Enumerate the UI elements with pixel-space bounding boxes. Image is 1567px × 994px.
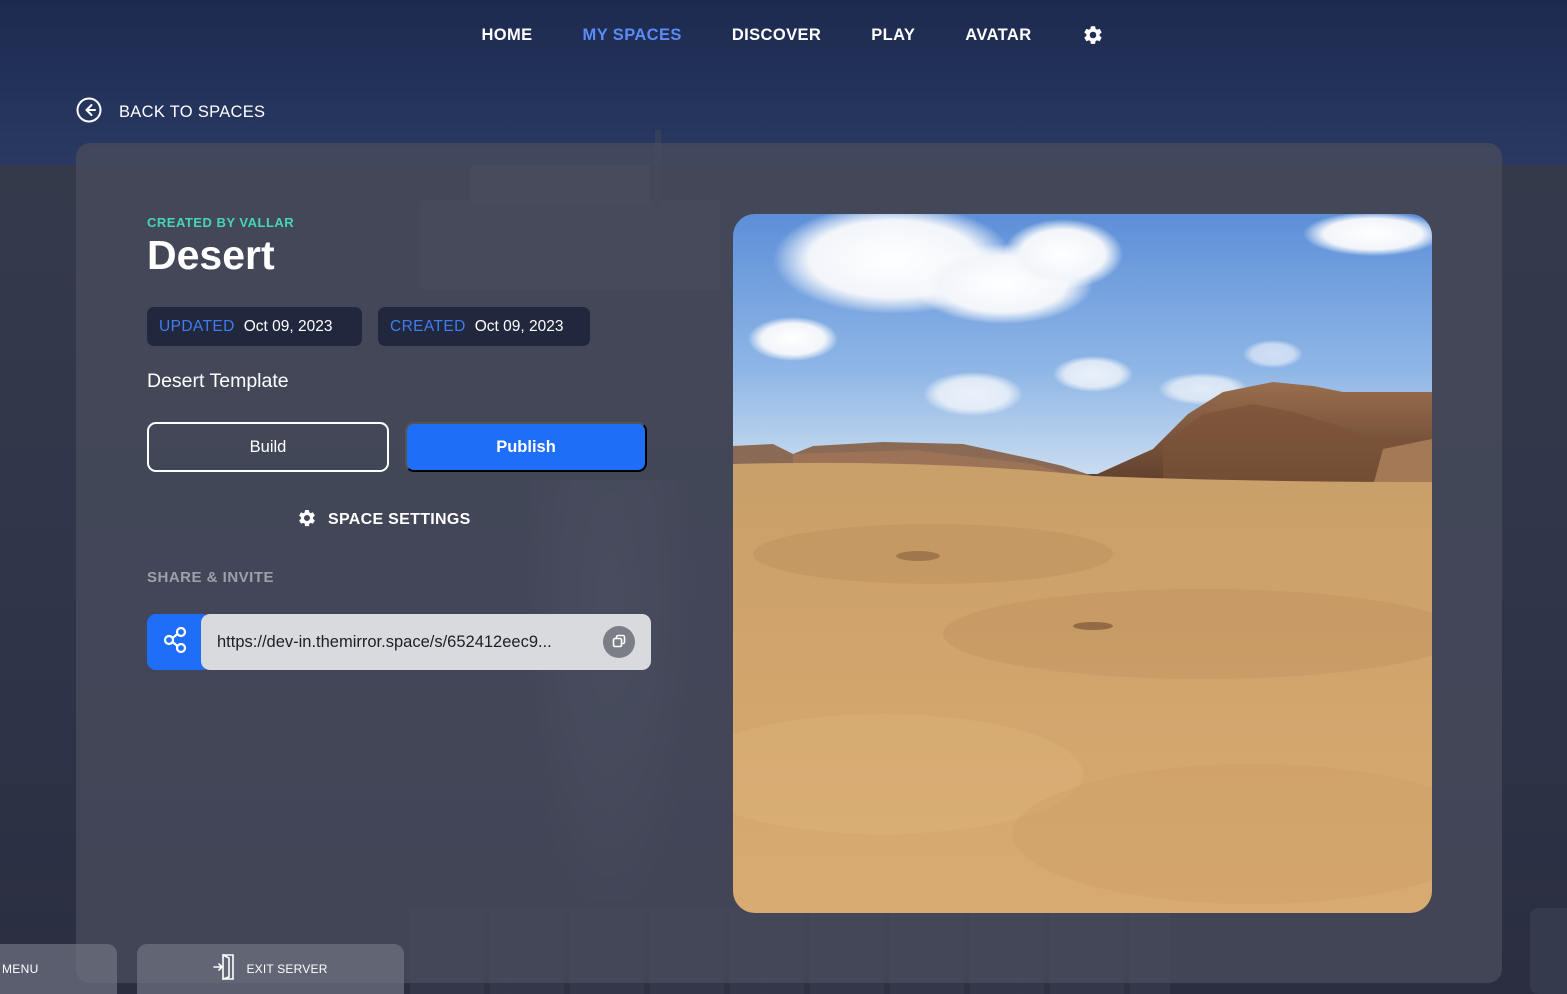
share-icon xyxy=(161,625,191,659)
nav-item-my-spaces[interactable]: MY SPACES xyxy=(583,26,682,45)
top-nav: HOME MY SPACES DISCOVER PLAY AVATAR xyxy=(0,0,1567,70)
copy-icon xyxy=(612,633,626,652)
space-description: Desert Template xyxy=(147,370,289,392)
back-label: BACK TO SPACES xyxy=(119,102,266,121)
nav-item-play[interactable]: PLAY xyxy=(871,26,915,45)
nav-item-discover[interactable]: DISCOVER xyxy=(732,26,821,45)
created-key: CREATED xyxy=(390,317,466,335)
gear-icon xyxy=(297,508,317,532)
exit-door-icon xyxy=(213,953,237,985)
space-preview-image xyxy=(733,214,1432,913)
share-invite-heading: SHARE & INVITE xyxy=(147,569,275,586)
created-value: Oct 09, 2023 xyxy=(474,317,564,335)
updated-key: UPDATED xyxy=(159,317,235,335)
menu-button[interactable]: MENU xyxy=(0,944,117,994)
gear-icon[interactable] xyxy=(1082,24,1104,46)
share-url-text: https://dev-in.themirror.space/s/652412e… xyxy=(217,632,552,651)
created-by-label: CREATED BY VALLAR xyxy=(147,215,295,230)
updated-value: Oct 09, 2023 xyxy=(243,317,333,335)
back-to-spaces-link[interactable]: BACK TO SPACES xyxy=(76,97,266,127)
share-link-box: https://dev-in.themirror.space/s/652412e… xyxy=(147,614,651,670)
exit-server-button[interactable]: EXIT SERVER xyxy=(137,944,404,994)
created-date-chip: CREATED Oct 09, 2023 xyxy=(378,307,590,346)
arrow-left-circle-icon xyxy=(76,97,102,127)
updated-date-chip: UPDATED Oct 09, 2023 xyxy=(147,307,362,346)
build-button[interactable]: Build xyxy=(147,422,389,472)
copy-link-button[interactable] xyxy=(603,626,635,658)
nav-item-home[interactable]: HOME xyxy=(481,26,532,45)
space-title: Desert xyxy=(147,232,275,278)
exit-server-label: EXIT SERVER xyxy=(246,962,328,976)
publish-button[interactable]: Publish xyxy=(405,422,647,472)
background-card xyxy=(1530,908,1567,994)
nav-item-avatar[interactable]: AVATAR xyxy=(965,26,1031,45)
share-button[interactable] xyxy=(147,614,205,670)
share-url-field[interactable]: https://dev-in.themirror.space/s/652412e… xyxy=(201,614,651,670)
menu-label: MENU xyxy=(2,962,39,976)
space-settings-button[interactable]: SPACE SETTINGS xyxy=(297,508,471,532)
space-settings-label: SPACE SETTINGS xyxy=(328,511,471,528)
